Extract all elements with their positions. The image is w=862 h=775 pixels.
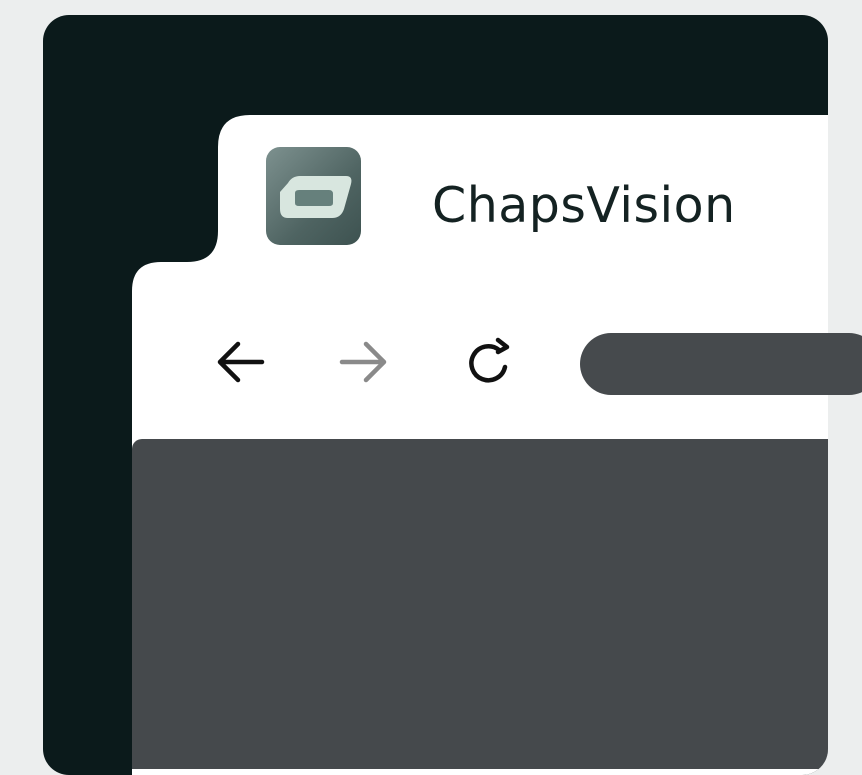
reload-button[interactable] bbox=[461, 334, 517, 390]
reload-icon bbox=[469, 337, 510, 383]
back-button[interactable] bbox=[213, 334, 269, 390]
forward-button[interactable] bbox=[335, 334, 391, 390]
arrow-right-icon bbox=[339, 341, 387, 383]
chapsvision-logo-icon bbox=[266, 147, 361, 245]
arrow-left-icon bbox=[217, 341, 265, 383]
app-frame bbox=[43, 15, 828, 775]
page-content-area bbox=[132, 439, 828, 769]
address-bar[interactable] bbox=[580, 333, 862, 395]
tab-title[interactable]: ChapsVision bbox=[432, 176, 736, 236]
